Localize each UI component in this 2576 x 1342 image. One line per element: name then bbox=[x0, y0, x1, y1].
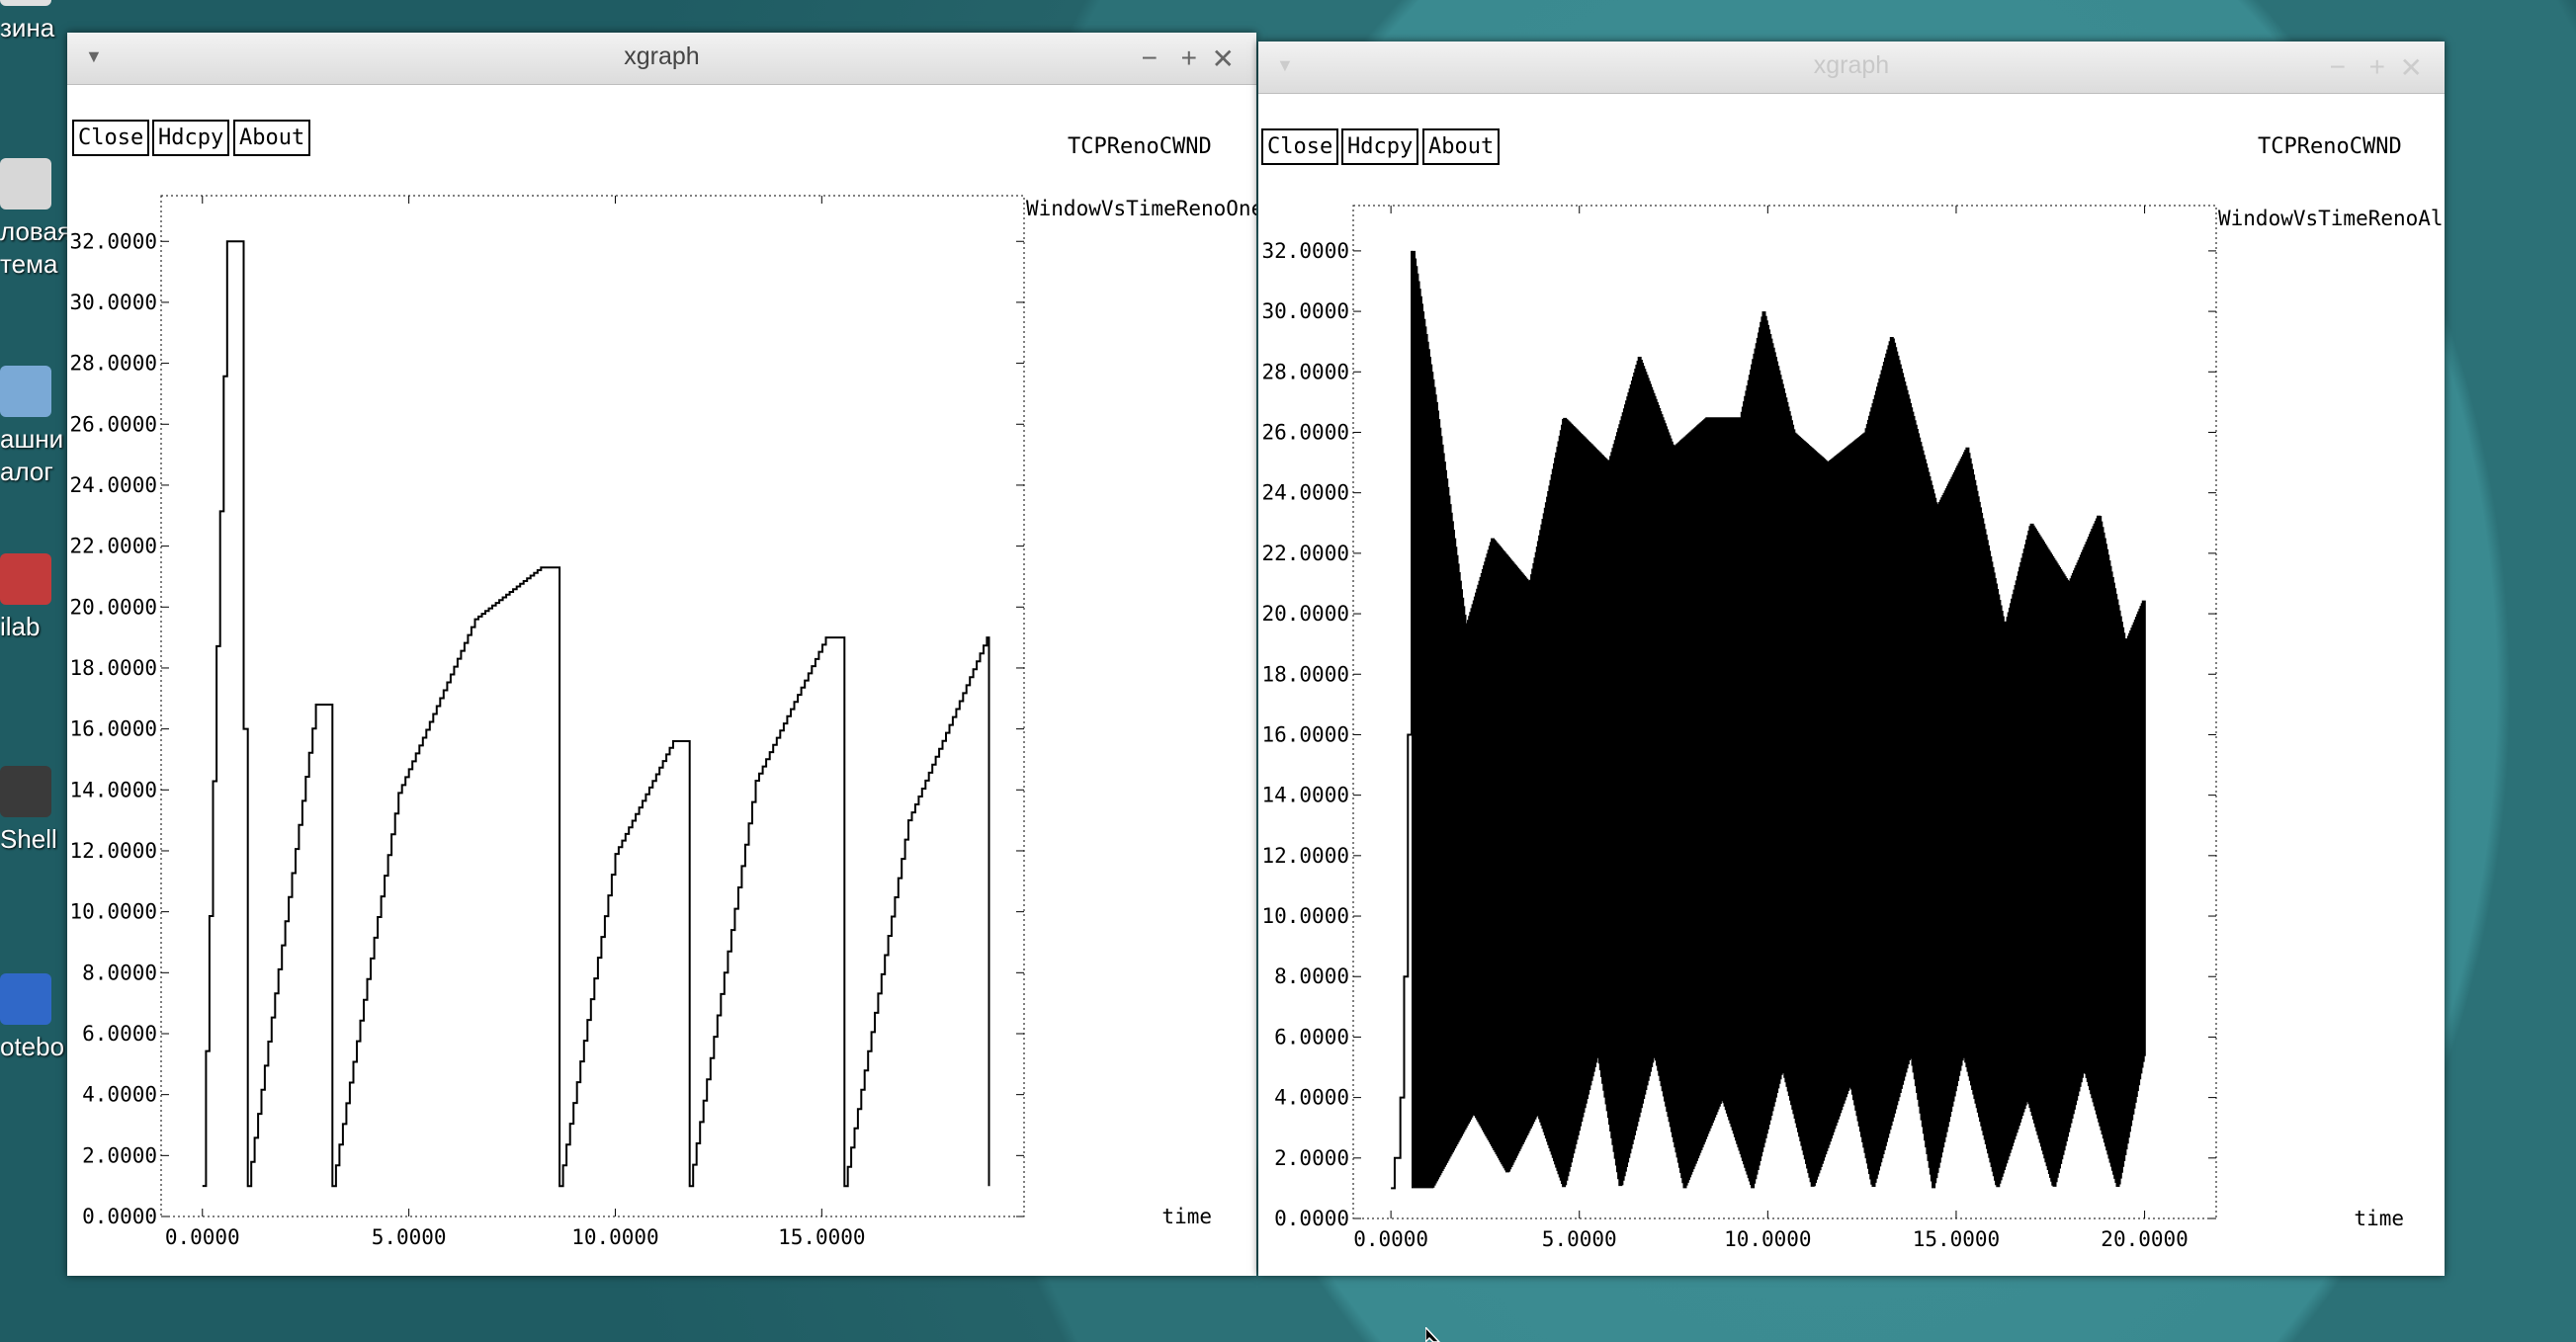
y-tick-label: 16.0000 bbox=[69, 717, 157, 741]
x-axis-label: time bbox=[2354, 1207, 2404, 1230]
plot-frame bbox=[160, 195, 1025, 1217]
y-tick-label: 32.0000 bbox=[69, 229, 157, 253]
x-tick-label: 5.0000 bbox=[1542, 1227, 1617, 1251]
scilab-icon bbox=[0, 553, 51, 605]
y-tick-label: 6.0000 bbox=[1274, 1025, 1349, 1048]
x-tick-label: 15.0000 bbox=[1913, 1227, 2001, 1251]
y-tick-label: 30.0000 bbox=[69, 291, 157, 314]
y-tick-label: 0.0000 bbox=[1274, 1207, 1349, 1230]
y-tick-label: 26.0000 bbox=[69, 412, 157, 436]
y-tick-label: 2.0000 bbox=[1274, 1146, 1349, 1170]
desktop-filesystem-shortcut[interactable]: ловая тема bbox=[0, 158, 71, 281]
xgraph-client: Close Hdcpy About TCPRenoCWND 0.0000 2.00… bbox=[1258, 94, 2445, 1276]
x-tick-label: 10.0000 bbox=[1724, 1227, 1812, 1251]
minimize-icon[interactable]: − bbox=[2330, 51, 2346, 83]
maximize-icon[interactable]: + bbox=[1181, 42, 1197, 74]
y-tick-label: 14.0000 bbox=[1261, 784, 1349, 807]
desktop-scilab-shortcut[interactable]: ilab bbox=[0, 553, 69, 643]
cwnd-aggregate-band bbox=[1412, 250, 2146, 1189]
y-tick-label: 18.0000 bbox=[69, 656, 157, 680]
legend-label: WindowVsTimeRenoAll bbox=[2218, 207, 2445, 230]
desktop-icon-label: ашни bbox=[0, 424, 64, 454]
y-tick-label: 12.0000 bbox=[1261, 844, 1349, 868]
desktop-trash-shortcut[interactable]: зина bbox=[0, 0, 69, 44]
cwnd-series-line bbox=[202, 240, 990, 1188]
y-tick-label: 4.0000 bbox=[82, 1083, 157, 1107]
desktop-icon-label: тема bbox=[0, 249, 58, 279]
minimize-icon[interactable]: − bbox=[1142, 42, 1158, 74]
xgraph-window-right[interactable]: ▼ xgraph − + ✕ Close Hdcpy About TCPReno… bbox=[1258, 42, 2445, 1276]
desktop-home-folder-shortcut[interactable]: ашни алог bbox=[0, 366, 69, 488]
y-tick-label: 2.0000 bbox=[82, 1143, 157, 1167]
desktop-notebook-shortcut[interactable]: otebo bbox=[0, 973, 69, 1063]
y-tick-label: 10.0000 bbox=[1261, 904, 1349, 928]
xgraph-window-left[interactable]: ▼ xgraph − + ✕ Close Hdcpy About TCPReno… bbox=[67, 33, 1256, 1276]
ms-shell-icon bbox=[0, 766, 51, 817]
y-tick-label: 24.0000 bbox=[1261, 481, 1349, 505]
y-tick-label: 28.0000 bbox=[1261, 360, 1349, 383]
y-tick-label: 8.0000 bbox=[82, 961, 157, 984]
close-icon[interactable]: ✕ bbox=[1212, 42, 1235, 75]
y-tick-label: 24.0000 bbox=[69, 473, 157, 497]
y-tick-label: 12.0000 bbox=[69, 839, 157, 863]
mouse-cursor-icon bbox=[1425, 1327, 1441, 1342]
y-tick-label: 20.0000 bbox=[69, 595, 157, 619]
x-tick-label: 10.0000 bbox=[571, 1225, 659, 1249]
y-tick-label: 26.0000 bbox=[1261, 420, 1349, 444]
y-tick-label: 28.0000 bbox=[69, 352, 157, 376]
x-tick-label: 0.0000 bbox=[1353, 1227, 1428, 1251]
desktop-icon-label: ilab bbox=[0, 612, 41, 641]
desktop-icon-label: алог bbox=[0, 457, 53, 486]
y-tick-label: 30.0000 bbox=[1261, 299, 1349, 323]
y-tick-label: 10.0000 bbox=[69, 900, 157, 924]
filesystem-icon bbox=[0, 158, 51, 210]
y-tick-label: 32.0000 bbox=[1261, 239, 1349, 263]
cwnd-startup-line bbox=[1391, 250, 1414, 1190]
close-icon[interactable]: ✕ bbox=[2400, 51, 2423, 84]
trash-icon bbox=[0, 0, 51, 6]
maximize-icon[interactable]: + bbox=[2369, 51, 2385, 83]
desktop-icon-label: ловая bbox=[0, 216, 71, 246]
xgraph-client: Close Hdcpy About TCPRenoCWND 0.0000 2.00… bbox=[67, 85, 1256, 1276]
home-folder-icon bbox=[0, 366, 51, 417]
x-tick-label: 0.0000 bbox=[165, 1225, 240, 1249]
desktop-icon-label: Shell bbox=[0, 824, 57, 854]
cwnd-plot-left: 0.0000 2.0000 4.0000 6.0000 8.0000 10.0000 12.… bbox=[69, 195, 1256, 1249]
y-tick-label: 8.0000 bbox=[1274, 965, 1349, 988]
window-titlebar[interactable]: ▼ xgraph − + ✕ bbox=[67, 33, 1256, 85]
x-tick-label: 15.0000 bbox=[778, 1225, 866, 1249]
y-tick-label: 18.0000 bbox=[1261, 662, 1349, 686]
x-axis-label: time bbox=[1161, 1205, 1212, 1228]
desktop-icon-label: otebo bbox=[0, 1032, 65, 1061]
y-tick-label: 0.0000 bbox=[82, 1205, 157, 1228]
y-tick-label: 20.0000 bbox=[1261, 602, 1349, 626]
window-titlebar[interactable]: ▼ xgraph − + ✕ bbox=[1258, 42, 2445, 94]
window-title: xgraph bbox=[1813, 51, 1890, 79]
x-tick-label: 20.0000 bbox=[2101, 1227, 2189, 1251]
legend-label: WindowVsTimeRenoOne bbox=[1026, 197, 1256, 220]
y-tick-label: 22.0000 bbox=[1261, 542, 1349, 565]
x-tick-label: 5.0000 bbox=[372, 1225, 447, 1249]
desktop-ms-shell-shortcut[interactable]: Shell bbox=[0, 766, 69, 856]
notebook-icon bbox=[0, 973, 51, 1025]
y-tick-label: 4.0000 bbox=[1274, 1086, 1349, 1110]
desktop-icon-label: зина bbox=[0, 13, 55, 42]
y-tick-label: 16.0000 bbox=[1261, 722, 1349, 746]
cwnd-plot-right: 0.0000 2.0000 4.0000 6.0000 8.0000 10.0000 12.… bbox=[1261, 205, 2445, 1251]
window-title: xgraph bbox=[624, 42, 700, 70]
y-tick-label: 22.0000 bbox=[69, 535, 157, 558]
y-tick-label: 6.0000 bbox=[82, 1022, 157, 1046]
y-tick-label: 14.0000 bbox=[69, 778, 157, 801]
